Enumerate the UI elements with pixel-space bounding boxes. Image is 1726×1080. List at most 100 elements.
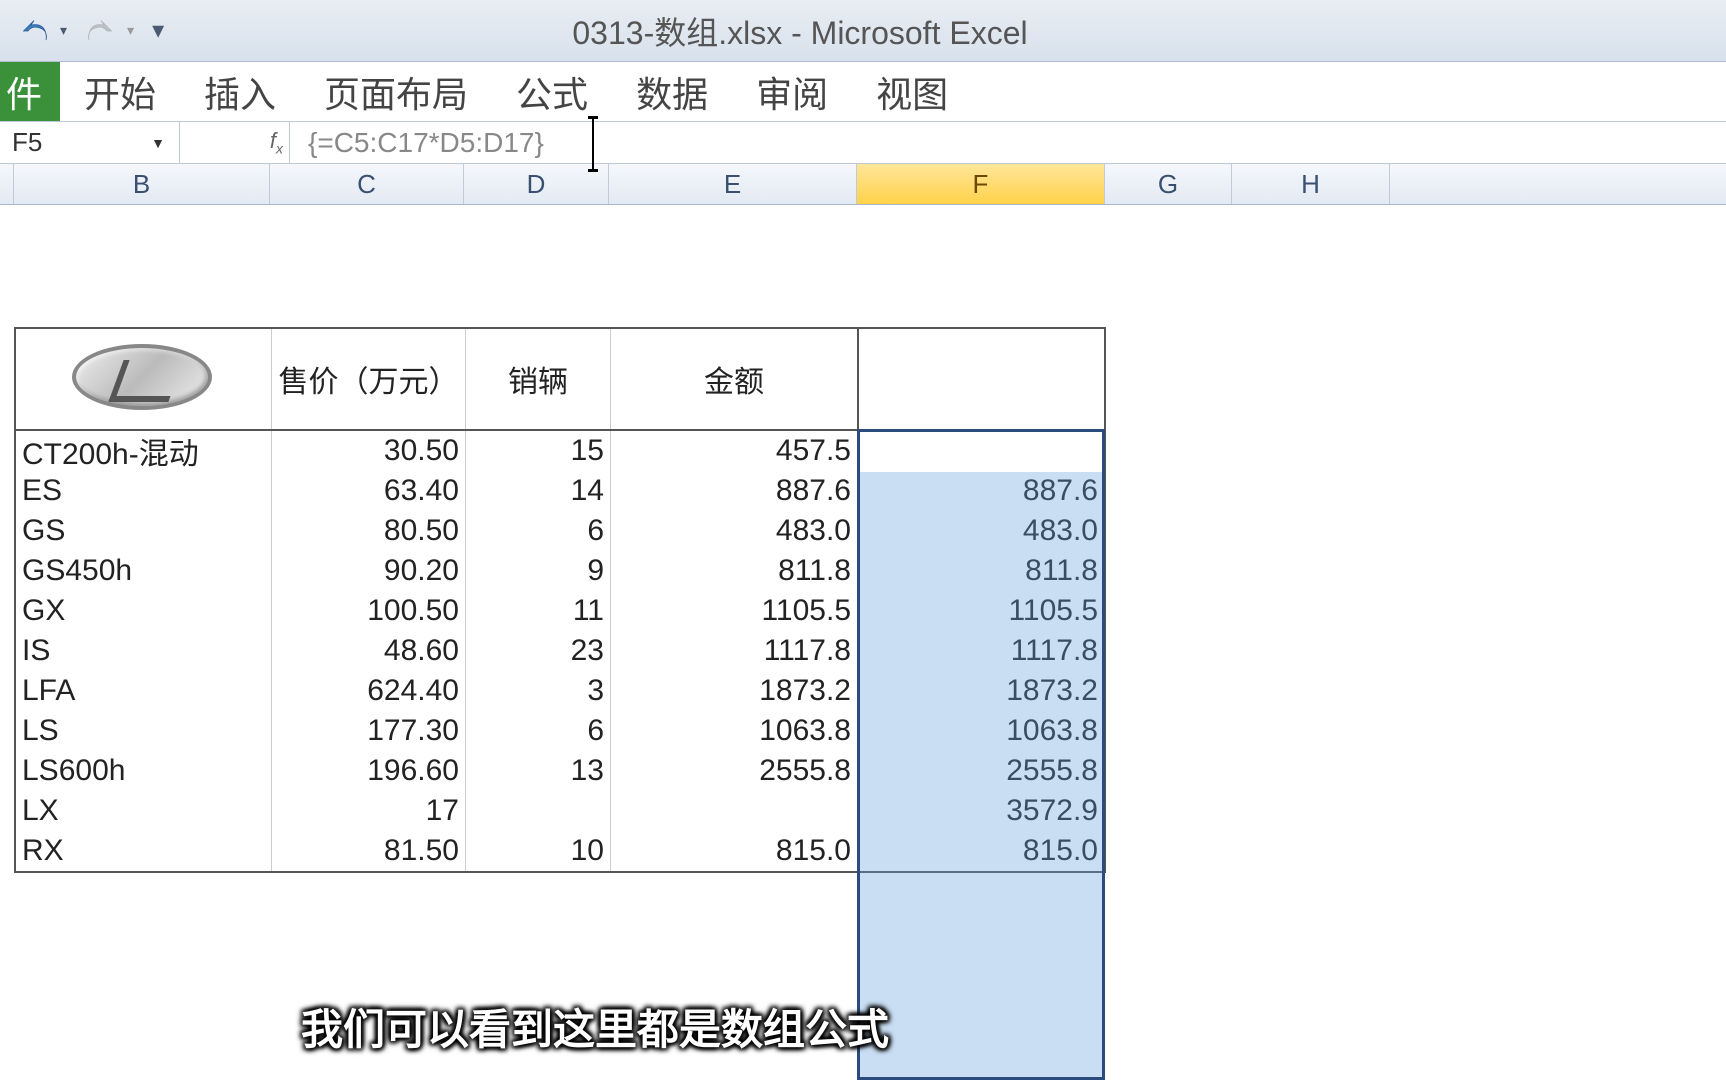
cell-model[interactable]: LX — [16, 791, 272, 831]
formula-bar: F5 ▼ fx {=C5:C17*D5:D17} — [0, 122, 1726, 164]
cell-model[interactable]: LS — [16, 711, 272, 751]
cell-amount[interactable]: 483.0 — [611, 511, 859, 551]
header-amount: 金额 — [611, 329, 859, 429]
cell-amount[interactable]: 1063.8 — [611, 711, 859, 751]
quick-access-toolbar: ▾ ▾ ▾ 0313-数组.xlsx - Microsoft Excel — [0, 0, 1726, 62]
cell-sales[interactable] — [466, 791, 611, 831]
tab-view[interactable]: 视图 — [852, 62, 972, 121]
cell-model[interactable]: ES — [16, 471, 272, 511]
table-header-row: 售价（万元） 销辆 金额 — [16, 329, 1106, 431]
tab-formulas[interactable]: 公式 — [492, 62, 612, 121]
fx-button[interactable]: fx — [270, 128, 283, 156]
cell-price[interactable]: 17 — [272, 791, 466, 831]
table-row: CT200h-混动30.5015457.5457.5 — [16, 431, 1106, 471]
cell-sales[interactable]: 10 — [466, 831, 611, 871]
formula-bar-buttons: fx — [180, 122, 290, 163]
cell-sales[interactable]: 6 — [466, 511, 611, 551]
table-row: GX100.50111105.51105.5 — [16, 591, 1106, 631]
table-row: LX17 3572.9 — [16, 791, 1106, 831]
spreadsheet-grid: B C D E F G H 售价（万元） 销辆 金额 — [0, 164, 1726, 1079]
tab-review[interactable]: 审阅 — [732, 62, 852, 121]
cell-amount[interactable]: 811.8 — [611, 551, 859, 591]
cell-sales[interactable]: 23 — [466, 631, 611, 671]
cell-f[interactable]: 1117.8 — [859, 631, 1106, 671]
cell-model[interactable]: GX — [16, 591, 272, 631]
cell-amount[interactable] — [611, 791, 859, 831]
table-row: LS600h196.60132555.82555.8 — [16, 751, 1106, 791]
tab-data[interactable]: 数据 — [612, 62, 732, 121]
cell-model[interactable]: CT200h-混动 — [16, 431, 272, 471]
col-header-B[interactable]: B — [14, 164, 270, 204]
undo-dropdown-icon[interactable]: ▾ — [60, 22, 67, 39]
cell-model[interactable]: LFA — [16, 671, 272, 711]
cell-amount[interactable]: 1873.2 — [611, 671, 859, 711]
header-f — [859, 329, 1106, 429]
cell-price[interactable]: 80.50 — [272, 511, 466, 551]
cell-f[interactable]: 887.6 — [859, 471, 1106, 511]
tab-insert[interactable]: 插入 — [180, 62, 300, 121]
formula-input[interactable]: {=C5:C17*D5:D17} — [290, 127, 1726, 159]
cell-price[interactable]: 100.50 — [272, 591, 466, 631]
undo-button[interactable] — [10, 7, 58, 55]
cell-price[interactable]: 81.50 — [272, 831, 466, 871]
name-box[interactable]: F5 ▼ — [0, 122, 180, 163]
cell-model[interactable]: RX — [16, 831, 272, 871]
col-header-E[interactable]: E — [609, 164, 857, 204]
cell-price[interactable]: 48.60 — [272, 631, 466, 671]
cell-amount[interactable]: 815.0 — [611, 831, 859, 871]
cell-f[interactable]: 815.0 — [859, 831, 1106, 871]
cell-model[interactable]: IS — [16, 631, 272, 671]
cell-price[interactable]: 624.40 — [272, 671, 466, 711]
cell-f[interactable]: 2555.8 — [859, 751, 1106, 791]
cell-sales[interactable]: 9 — [466, 551, 611, 591]
col-header-C[interactable]: C — [270, 164, 464, 204]
cell-sales[interactable]: 3 — [466, 671, 611, 711]
cell-sales[interactable]: 6 — [466, 711, 611, 751]
cell-model[interactable]: LS600h — [16, 751, 272, 791]
cell-f[interactable]: 1873.2 — [859, 671, 1106, 711]
column-headers: B C D E F G H — [0, 164, 1726, 205]
cell-sales[interactable]: 13 — [466, 751, 611, 791]
cell-price[interactable]: 177.30 — [272, 711, 466, 751]
table-row: ES63.4014887.6887.6 — [16, 471, 1106, 511]
col-header-G[interactable]: G — [1105, 164, 1232, 204]
col-header-F[interactable]: F — [857, 164, 1105, 204]
cell-price[interactable]: 196.60 — [272, 751, 466, 791]
cell-sales[interactable]: 15 — [466, 431, 611, 471]
cell-amount[interactable]: 1117.8 — [611, 631, 859, 671]
cell-price[interactable]: 30.50 — [272, 431, 466, 471]
redo-button[interactable] — [77, 7, 125, 55]
cell-amount[interactable]: 1105.5 — [611, 591, 859, 631]
redo-dropdown-icon[interactable]: ▾ — [127, 22, 134, 39]
cell-amount[interactable]: 887.6 — [611, 471, 859, 511]
cell-f[interactable]: 1105.5 — [859, 591, 1106, 631]
cell-model[interactable]: GS450h — [16, 551, 272, 591]
cell-f[interactable]: 3572.9 — [859, 791, 1106, 831]
tab-home[interactable]: 开始 — [60, 62, 180, 121]
col-header-A[interactable] — [0, 164, 14, 204]
cell-sales[interactable]: 14 — [466, 471, 611, 511]
table-row: GS450h90.209811.8811.8 — [16, 551, 1106, 591]
cell-f[interactable]: 1063.8 — [859, 711, 1106, 751]
cell-amount[interactable]: 457.5 — [611, 431, 859, 471]
cell-f[interactable]: 811.8 — [859, 551, 1106, 591]
header-price: 售价（万元） — [272, 329, 466, 429]
cell-f[interactable]: 457.5 — [859, 431, 1106, 471]
cell-amount[interactable]: 2555.8 — [611, 751, 859, 791]
window-title: 0313-数组.xlsx - Microsoft Excel — [572, 8, 1027, 54]
tab-page-layout[interactable]: 页面布局 — [300, 62, 492, 121]
cell-area[interactable]: 售价（万元） 销辆 金额 CT200h-混动30.5015457.5457.5E… — [0, 205, 1726, 1079]
name-box-dropdown-icon[interactable]: ▼ — [151, 135, 165, 151]
col-header-H[interactable]: H — [1232, 164, 1390, 204]
cell-price[interactable]: 63.40 — [272, 471, 466, 511]
cell-price[interactable]: 90.20 — [272, 551, 466, 591]
file-tab[interactable]: 件 — [0, 62, 60, 121]
subtitle-caption: 我们可以看到这里都是数组公式 — [301, 996, 889, 1057]
ribbon-tabs: 件 开始 插入 页面布局 公式 数据 审阅 视图 — [0, 62, 1726, 122]
table-row: GS80.506483.0483.0 — [16, 511, 1106, 551]
cell-sales[interactable]: 11 — [466, 591, 611, 631]
cell-f[interactable]: 483.0 — [859, 511, 1106, 551]
qat-customize-icon[interactable]: ▾ — [152, 16, 164, 45]
cell-model[interactable]: GS — [16, 511, 272, 551]
table-row: IS48.60231117.81117.8 — [16, 631, 1106, 671]
